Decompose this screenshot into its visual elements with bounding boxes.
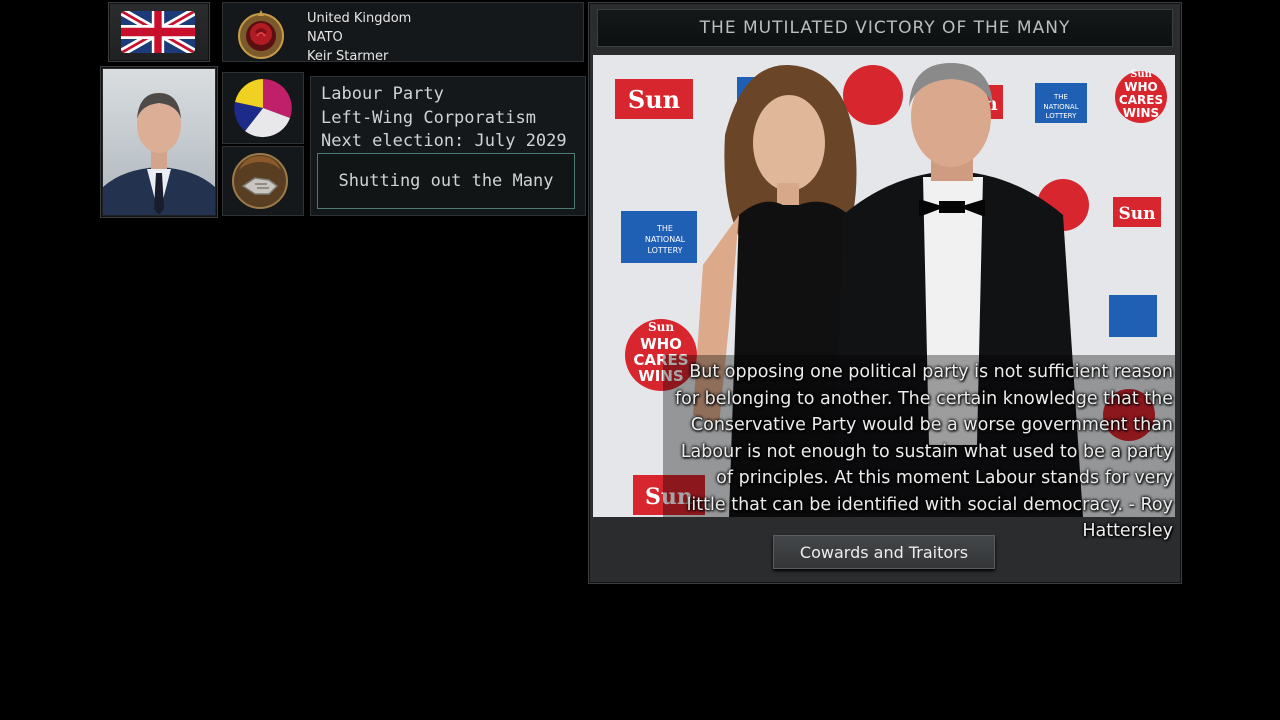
party-popularity-panel[interactable] — [222, 72, 304, 144]
handshake-emblem-icon — [232, 153, 288, 209]
event-title: THE MUTILATED VICTORY OF THE MANY — [597, 9, 1173, 47]
country-flag-panel[interactable] — [108, 2, 210, 62]
ideology-emblem-panel[interactable] — [222, 146, 304, 216]
country-name: United Kingdom — [307, 11, 412, 26]
party-ideology: Left-Wing Corporatism — [321, 107, 536, 128]
lottery-logo-text: THE — [1053, 93, 1068, 101]
lottery-logo-text: NATIONAL — [1043, 103, 1078, 111]
next-election: Next election: July 2029 — [321, 131, 567, 151]
event-option-button[interactable]: Cowards and Traitors — [773, 535, 995, 569]
leader-name: Keir Starmer — [307, 49, 389, 64]
red-rose-emblem-icon — [238, 10, 284, 59]
who-cares-wins-text: WINS — [1123, 106, 1159, 120]
event-window: THE MUTILATED VICTORY OF THE MANY Sun Su… — [588, 2, 1182, 584]
sun-logo-text: Sun — [648, 320, 674, 334]
national-focus-button[interactable]: Shutting out the Many — [317, 153, 575, 209]
lottery-logo-text: LOTTERY — [647, 246, 682, 255]
sun-logo-text: Sun — [1119, 204, 1156, 224]
who-cares-wins-text: CARES — [1119, 93, 1163, 107]
country-info-panel: United Kingdom NATO Keir Starmer — [222, 2, 584, 64]
lottery-logo-text: LOTTERY — [1046, 112, 1077, 120]
leader-portrait-panel[interactable] — [100, 66, 218, 218]
faction-name: NATO — [307, 30, 343, 45]
who-cares-wins-text: WHO — [1124, 80, 1157, 94]
event-description: But opposing one political party is not … — [674, 362, 1173, 541]
sun-logo-text: Sun — [628, 85, 680, 114]
party-name: Labour Party — [321, 84, 444, 104]
leader-portrait — [103, 69, 215, 215]
party-popularity-pie-icon — [234, 79, 292, 138]
lottery-logo-text: THE — [656, 224, 673, 233]
party-info-panel: Labour Party Left-Wing Corporatism Next … — [310, 76, 586, 216]
lottery-logo-text: NATIONAL — [645, 235, 686, 244]
union-jack-flag-icon — [121, 11, 195, 53]
sun-logo-text: Sun — [1130, 69, 1152, 80]
